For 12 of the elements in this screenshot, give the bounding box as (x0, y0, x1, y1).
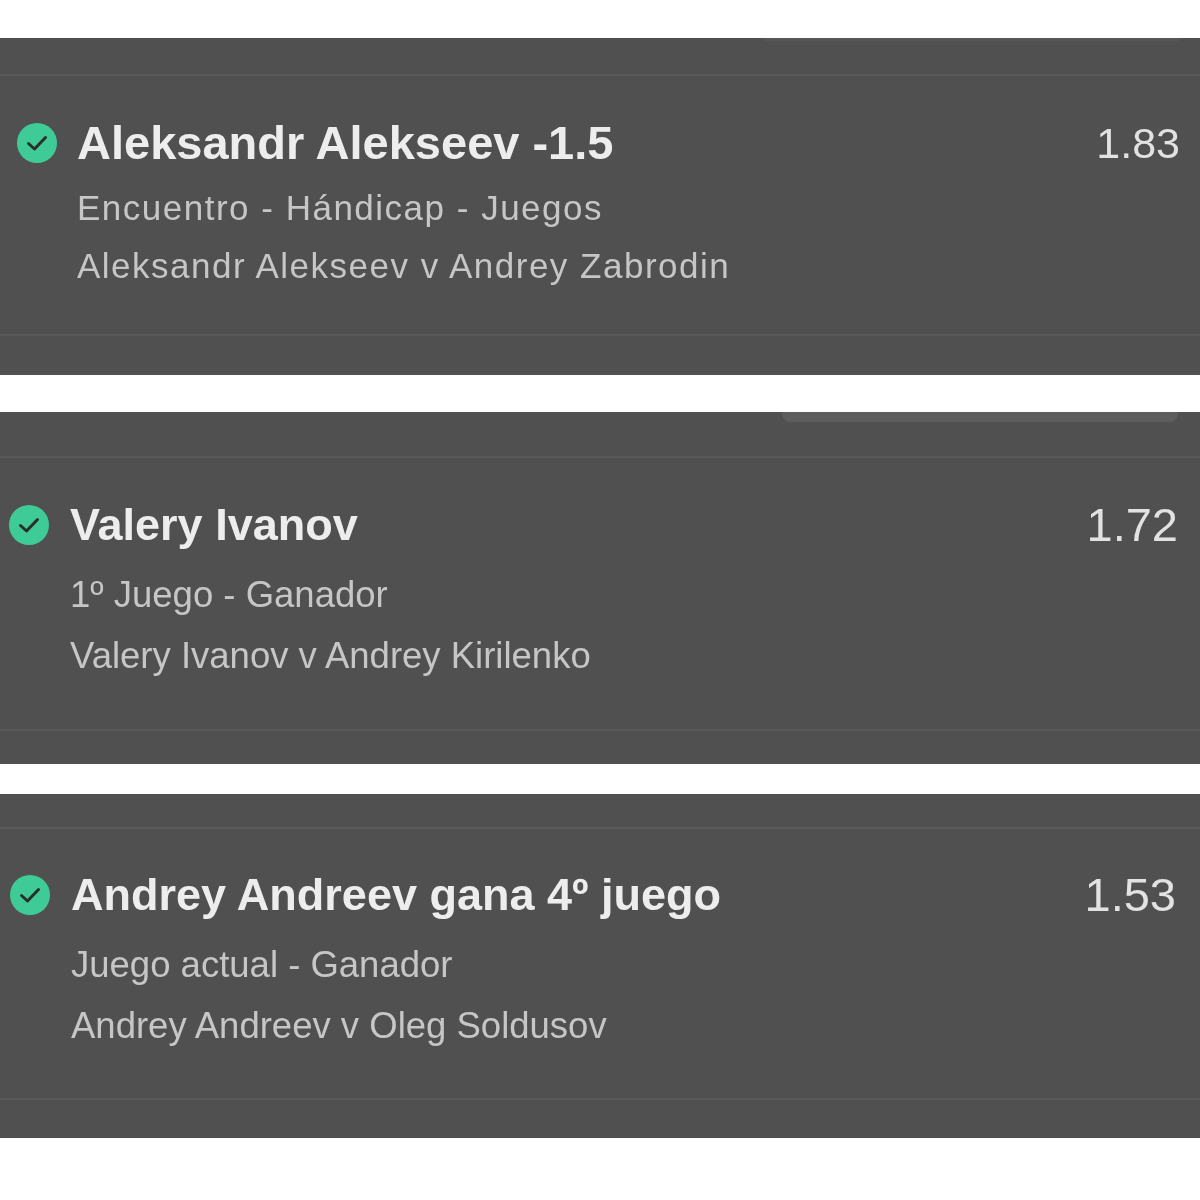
odds-value: 1.83 (1096, 118, 1180, 169)
selection-title: Valery Ivanov (70, 499, 359, 551)
event-label: Valery Ivanov v Andrey Kirilenko (70, 634, 592, 678)
market-label: 1º Juego - Ganador (70, 573, 389, 617)
market-label: Encuentro - Hándicap - Juegos (77, 187, 604, 229)
odds-value: 1.53 (1084, 869, 1176, 921)
odds-value: 1.72 (1086, 499, 1178, 551)
market-label: Juego actual - Ganador (71, 943, 454, 987)
event-label: Aleksandr Alekseev v Andrey Zabrodin (77, 245, 732, 287)
selection-title: Andrey Andreev gana 4º juego (71, 869, 722, 921)
selection-title: Aleksandr Alekseev -1.5 (77, 117, 615, 169)
event-label: Andrey Andreev v Oleg Soldusov (71, 1004, 608, 1048)
